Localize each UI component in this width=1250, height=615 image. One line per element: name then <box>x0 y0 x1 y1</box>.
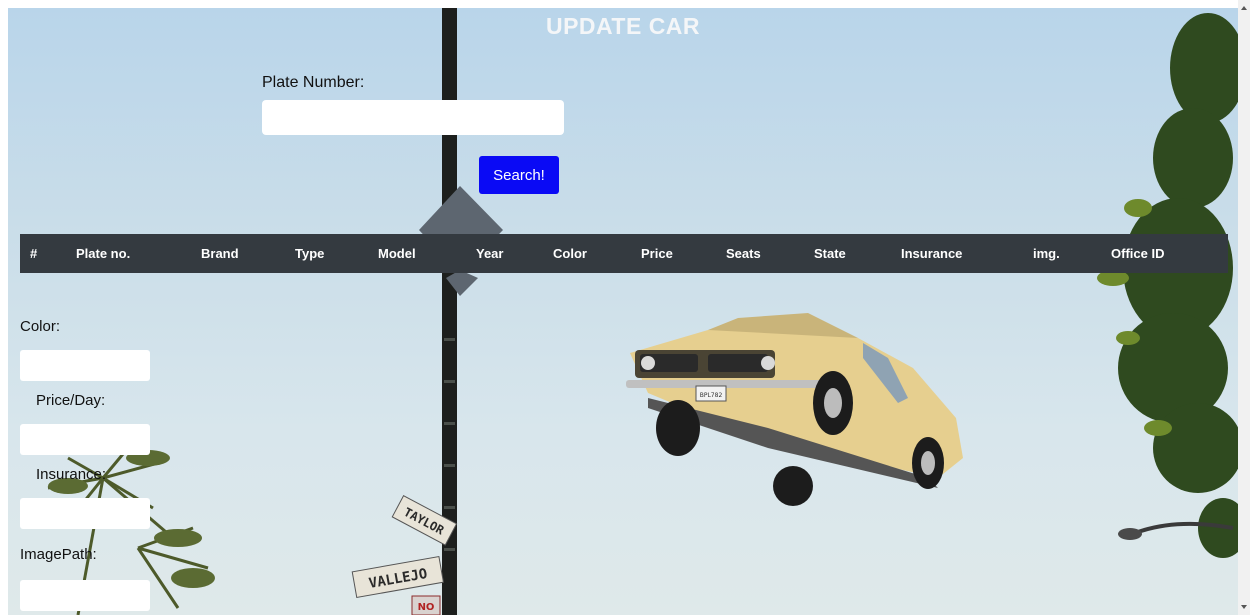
column-header-price: Price <box>641 246 673 261</box>
scroll-up-arrow-icon[interactable] <box>1241 6 1247 10</box>
street-sign-taylor: TAYLOR <box>391 494 458 546</box>
plate-number-label: Plate Number: <box>262 74 365 91</box>
plate-number-input[interactable] <box>262 100 564 135</box>
color-label: Color: <box>20 318 61 335</box>
column-header-brand: Brand <box>201 246 239 261</box>
vertical-scrollbar[interactable] <box>1238 0 1250 615</box>
price-per-day-input[interactable] <box>20 424 150 455</box>
column-header-type: Type <box>295 246 325 261</box>
scroll-down-arrow-icon[interactable] <box>1241 605 1247 609</box>
column-header-color: Color <box>553 246 587 261</box>
column-header-state: State <box>814 246 846 261</box>
search-button[interactable]: Search! <box>479 156 559 194</box>
column-header-model: Model <box>378 246 416 261</box>
image-path-input[interactable] <box>20 580 150 611</box>
street-sign-no: NO <box>411 595 441 615</box>
page-title: UPDATE CAR <box>545 13 701 39</box>
insurance-label: Insurance: <box>36 466 107 483</box>
background-scene: TAYLOR VALLEJO NO BPL782 <box>47 8 1238 615</box>
color-input[interactable] <box>20 350 150 381</box>
price-per-day-label: Price/Day: <box>36 392 106 409</box>
tree-right <box>1118 13 1238 558</box>
page-viewport: TAYLOR VALLEJO NO BPL782 UPDATE CAR Plat… <box>8 8 1238 615</box>
column-header-office-id: Office ID <box>1111 246 1165 261</box>
column-header-plate: Plate no. <box>76 246 131 261</box>
cars-table-header: # Plate no. Brand Type Model Year Color … <box>20 234 1228 273</box>
svg-text:VALLEJO: VALLEJO <box>368 566 429 592</box>
image-path-label: ImagePath: <box>20 546 97 563</box>
column-header-index: # <box>30 246 38 261</box>
column-header-year: Year <box>476 246 504 261</box>
insurance-input[interactable] <box>20 498 150 529</box>
svg-text:BPL782: BPL782 <box>700 392 723 399</box>
column-header-insurance: Insurance <box>901 246 963 261</box>
street-sign-vallejo: VALLEJO <box>351 555 444 599</box>
svg-text:NO: NO <box>418 602 435 613</box>
svg-text:TAYLOR: TAYLOR <box>402 505 448 538</box>
column-header-seats: Seats <box>726 246 761 261</box>
column-header-img: img. <box>1033 246 1060 261</box>
street-lamp <box>1118 521 1234 540</box>
flying-car: BPL782 <box>626 313 963 506</box>
